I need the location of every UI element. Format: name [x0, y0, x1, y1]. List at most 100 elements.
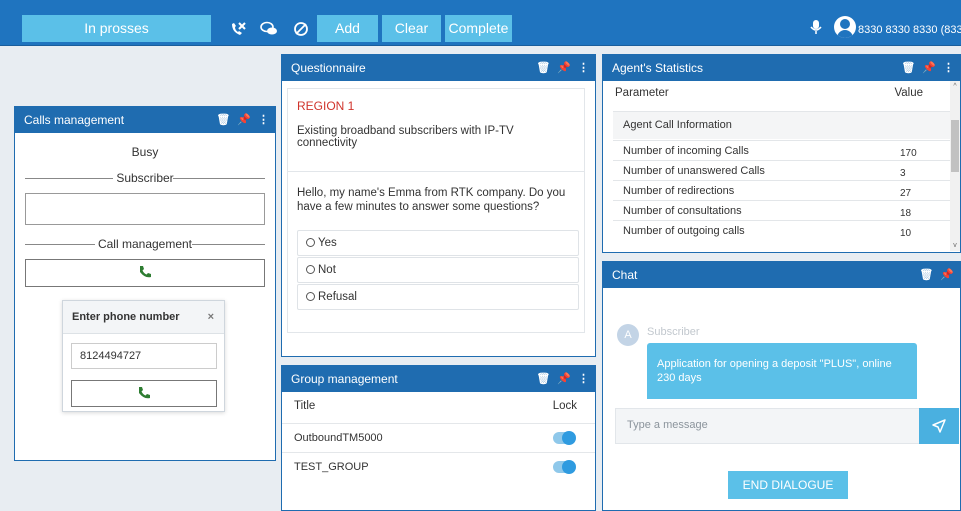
call-button[interactable]	[25, 259, 265, 287]
option-label: Not	[318, 264, 336, 276]
pin-icon[interactable]: 📌	[237, 107, 251, 133]
user-avatar-icon[interactable]	[834, 16, 856, 38]
agent-statistics-panel: Agent's Statistics 🗑 📌 ⋮ Parameter Value…	[602, 54, 961, 253]
end-dialogue-button[interactable]: END DIALOGUE	[728, 471, 848, 499]
panel-title: Questionnaire	[291, 61, 366, 75]
pin-icon[interactable]: 📌	[557, 366, 571, 392]
option-label: Refusal	[318, 291, 357, 303]
table-row: Number of outgoing calls 10	[613, 220, 953, 240]
panel-title: Group management	[291, 372, 398, 386]
pin-icon[interactable]: 📌	[922, 55, 936, 81]
trash-icon[interactable]: 🗑	[919, 262, 933, 288]
lock-toggle[interactable]	[553, 431, 576, 445]
subscriber-avatar: A	[617, 324, 639, 346]
scroll-up-icon[interactable]: ^	[951, 83, 959, 90]
top-toolbar: In prosses Add Clear Complete 8330 8330 …	[0, 0, 961, 46]
stats-table-header: Parameter Value	[603, 81, 953, 111]
region-description: Existing broadband subscribers with IP-T…	[297, 125, 514, 149]
menu-icon[interactable]: ⋮	[578, 366, 589, 392]
trash-icon[interactable]: 🗑	[536, 366, 550, 392]
send-button[interactable]	[919, 408, 959, 444]
chat-panel: Chat 🗑 📌 A Subscriber Application for op…	[602, 261, 961, 511]
radio-icon[interactable]	[306, 292, 315, 301]
popup-header: Enter phone number ×	[63, 301, 224, 334]
radio-icon[interactable]	[306, 238, 315, 247]
close-icon[interactable]: ×	[208, 301, 214, 334]
table-row: Number of consultations 18	[613, 200, 953, 220]
table-row: Number of unanswered Calls 3	[613, 160, 953, 180]
chat-bubbles-icon[interactable]	[257, 15, 281, 42]
call-status-text: Busy	[131, 145, 159, 159]
menu-icon[interactable]: ⋮	[258, 107, 269, 133]
subscriber-box[interactable]	[25, 193, 265, 225]
chat-message: Application for opening a deposit "PLUS"…	[647, 343, 917, 399]
add-button[interactable]: Add	[317, 15, 378, 42]
trash-icon[interactable]: 🗑	[216, 107, 230, 133]
enter-phone-popup: Enter phone number × 8124494727	[62, 300, 225, 412]
chat-header: Chat 🗑 📌	[603, 262, 960, 288]
questionnaire-header: Questionnaire 🗑 📌 ⋮	[282, 55, 595, 81]
scroll-down-icon[interactable]: v	[951, 242, 959, 249]
table-row: Number of incoming Calls 170	[613, 140, 953, 160]
hangup-icon[interactable]	[226, 15, 250, 42]
menu-icon[interactable]: ⋮	[943, 55, 954, 81]
phone-icon	[140, 266, 151, 278]
dial-button[interactable]	[71, 380, 217, 407]
message-sender: Subscriber	[647, 326, 700, 338]
popup-title: Enter phone number	[72, 311, 180, 323]
divider	[288, 171, 584, 172]
option-label: Yes	[318, 237, 337, 249]
subscriber-label: Subscriber	[113, 171, 177, 185]
scroll-thumb[interactable]	[951, 120, 959, 172]
group-name: TEST_GROUP	[294, 461, 369, 473]
answer-option-refusal[interactable]: Refusal	[297, 284, 579, 310]
group-table-header: Title Lock	[282, 392, 595, 422]
lock-toggle[interactable]	[553, 460, 576, 474]
stat-label: Number of outgoing calls	[623, 225, 745, 237]
send-icon	[932, 419, 946, 433]
complete-button[interactable]: Complete	[445, 15, 512, 42]
column-lock: Lock	[552, 400, 577, 412]
message-placeholder: Type a message	[627, 419, 708, 431]
answer-option-not[interactable]: Not	[297, 257, 579, 283]
blocked-icon[interactable]	[289, 15, 313, 42]
phone-icon	[139, 387, 150, 399]
call-management-label: Call management	[94, 237, 196, 251]
group-name: OutboundTM5000	[294, 432, 383, 444]
pin-icon[interactable]: 📌	[557, 55, 571, 81]
column-value: Value	[894, 87, 923, 99]
stat-label: Number of unanswered Calls	[623, 165, 765, 177]
menu-icon[interactable]: ⋮	[578, 55, 589, 81]
answer-option-yes[interactable]: Yes	[297, 230, 579, 256]
stat-label: Number of redirections	[623, 185, 735, 197]
stat-value: 10	[900, 228, 912, 239]
panel-title: Chat	[612, 268, 638, 282]
table-row: TEST_GROUP	[282, 452, 595, 481]
trash-icon[interactable]: 🗑	[901, 55, 915, 81]
trash-icon[interactable]: 🗑	[536, 55, 550, 81]
stats-scrollbar[interactable]: ^ v	[950, 81, 960, 251]
agent-statistics-header: Agent's Statistics 🗑 📌 ⋮	[603, 55, 960, 81]
stat-label: Number of consultations	[623, 205, 742, 217]
clear-button[interactable]: Clear	[382, 15, 441, 42]
call-status-button[interactable]: In prosses	[22, 15, 211, 42]
message-input[interactable]: Type a message	[615, 408, 920, 444]
panel-title: Calls management	[24, 113, 125, 127]
subscriber-divider: Subscriber	[25, 171, 265, 185]
phone-number-input[interactable]: 8124494727	[71, 343, 217, 369]
questionnaire-body: REGION 1 Existing broadband subscribers …	[287, 88, 585, 333]
column-title: Title	[294, 400, 316, 412]
table-row: OutboundTM5000	[282, 423, 595, 452]
calls-management-header: Calls management 🗑 📌 ⋮	[15, 107, 275, 133]
call-management-divider: Call management	[25, 237, 265, 251]
radio-icon[interactable]	[306, 265, 315, 274]
microphone-icon[interactable]	[807, 19, 825, 41]
agent-phone-numbers: 8330 8330 8330 (8330	[858, 24, 961, 36]
stat-label: Number of incoming Calls	[623, 145, 749, 157]
panel-title: Agent's Statistics	[612, 61, 703, 75]
questionnaire-panel: Questionnaire 🗑 📌 ⋮ REGION 1 Existing br…	[281, 54, 596, 357]
group-management-header: Group management 🗑 📌 ⋮	[282, 366, 595, 392]
region-title: REGION 1	[297, 99, 355, 113]
table-row: Number of redirections 27	[613, 180, 953, 200]
pin-icon[interactable]: 📌	[940, 262, 954, 288]
